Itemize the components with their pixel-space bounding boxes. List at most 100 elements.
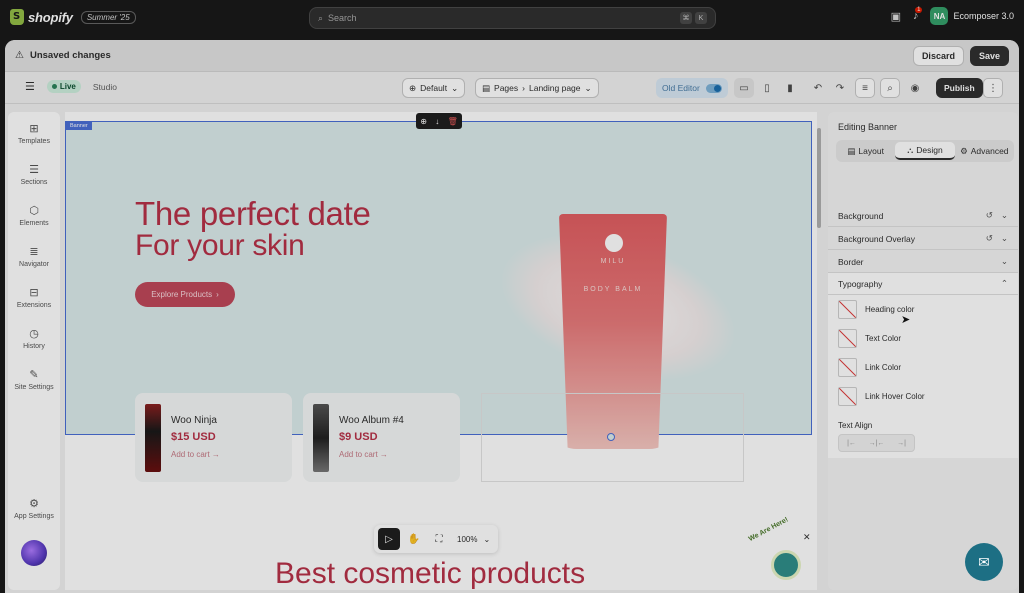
color-swatch[interactable]	[838, 358, 857, 377]
studio-label[interactable]: Studio	[93, 82, 117, 92]
warning-icon: ⚠	[15, 50, 24, 61]
banner-section[interactable]: Banner MILU BODY BALM The perfect date F…	[65, 121, 812, 449]
redo-icon[interactable]: ↷	[830, 78, 850, 98]
section-title[interactable]: Best cosmetic products	[275, 557, 585, 590]
store-avatar: NA	[930, 7, 949, 25]
sidebar-label: Templates	[18, 138, 50, 145]
desktop-view-icon[interactable]: ▭	[734, 78, 754, 98]
tab-advanced[interactable]: ⚙ Advanced	[955, 142, 1014, 160]
old-editor-label: Old Editor	[662, 83, 700, 93]
menu-icon[interactable]: ☰	[25, 80, 35, 93]
search-shortcut: ⌘ K	[680, 12, 707, 24]
tablet-view-icon[interactable]: ▯	[757, 78, 777, 98]
reset-icon[interactable]: ↺	[986, 233, 993, 244]
we-are-here-widget[interactable]: We Are Here! ✕	[748, 516, 811, 584]
undo-icon[interactable]: ↶	[808, 78, 828, 98]
sidebar-item-navigator[interactable]: ≣ Navigator	[8, 245, 60, 268]
delete-icon[interactable]: 🗑	[448, 117, 458, 126]
add-to-cart-link[interactable]: Add to cart →	[339, 450, 388, 459]
editor-toolbar: ☰ Live Studio ⊕ Default ⌄ ▤ Pages › Land…	[5, 72, 1019, 104]
select-pointer-icon[interactable]: ▷	[378, 528, 400, 550]
unsaved-changes-bar: ⚠ Unsaved changes Discard Save	[5, 40, 1019, 72]
shopify-top-bar: shopify Summer '25 ⌕ Search ⌘ K ▣ ♪1 NA …	[0, 0, 1024, 36]
typography-header[interactable]: Typography ⌃	[828, 273, 1018, 295]
link-hover-color-picker[interactable]: Link Hover Color	[838, 387, 925, 406]
toggle-switch[interactable]	[705, 83, 722, 93]
landing-page-label: Landing page	[528, 83, 581, 93]
inspect-icon[interactable]: ⌕	[880, 78, 900, 98]
hand-pan-icon[interactable]: ✋	[403, 528, 425, 550]
product-card[interactable]: Woo Ninja $15 USD Add to cart →	[135, 393, 292, 482]
default-dropdown[interactable]: ⊕ Default ⌄	[402, 78, 466, 98]
edition-badge[interactable]: Summer '25	[80, 10, 136, 24]
store-icon[interactable]: ▣	[891, 10, 901, 23]
align-left-icon[interactable]: |←	[839, 435, 864, 451]
shopify-logo-text: shopify	[28, 9, 73, 25]
tab-label: Layout	[858, 146, 884, 156]
color-swatch[interactable]	[838, 329, 857, 348]
fit-screen-icon[interactable]: ⛶	[428, 528, 450, 550]
bell-icon[interactable]: ♪ 1	[913, 7, 923, 22]
add-to-cart-link[interactable]: Add to cart →	[171, 450, 220, 459]
align-right-icon[interactable]: →|	[889, 435, 914, 451]
typography-section: Typography ⌃ Heading color Text Color Lin…	[828, 273, 1018, 458]
text-color-picker[interactable]: Text Color	[838, 329, 901, 348]
old-editor-toggle[interactable]: Old Editor	[656, 78, 728, 98]
section-label: Background Overlay	[838, 233, 916, 244]
color-label: Link Hover Color	[865, 392, 925, 401]
banner-tag[interactable]: Banner	[66, 122, 92, 130]
editor-canvas[interactable]: Banner MILU BODY BALM The perfect date F…	[65, 112, 817, 590]
banner-heading[interactable]: The perfect date	[135, 195, 371, 233]
publish-button[interactable]: Publish	[936, 78, 983, 98]
mobile-view-icon[interactable]: ▮	[780, 78, 800, 98]
avatar[interactable]	[21, 540, 47, 566]
section-toolbar: ⊕ ↓ 🗑	[416, 113, 462, 129]
sidebar-item-templates[interactable]: ⊞ Templates	[8, 122, 60, 145]
gear-icon: ⚙	[960, 145, 968, 156]
empty-column[interactable]	[481, 393, 744, 482]
close-icon[interactable]: ✕	[803, 532, 811, 543]
search-input[interactable]: ⌕ Search ⌘ K	[309, 7, 716, 29]
product-card[interactable]: Woo Album #4 $9 USD Add to cart →	[303, 393, 460, 482]
align-center-icon[interactable]: →|←	[864, 435, 889, 451]
color-swatch[interactable]	[838, 387, 857, 406]
page-selector[interactable]: ▤ Pages › Landing page ⌄	[475, 78, 599, 98]
background-overlay-section[interactable]: Background Overlay ↺ ⌄	[828, 228, 1018, 250]
background-section[interactable]: Background ↺ ⌄	[828, 205, 1018, 227]
zoom-dropdown[interactable]: 100% ⌄	[453, 535, 494, 544]
sidebar-item-app-settings[interactable]: ⚙ App Settings	[8, 497, 60, 520]
chevron-down-icon: ⌄	[451, 82, 459, 93]
add-icon[interactable]: ⊕	[420, 117, 427, 126]
product-image	[313, 404, 329, 472]
sidebar-item-site-settings[interactable]: ✎ Site Settings	[8, 368, 60, 391]
navigator-list-icon: ≣	[29, 246, 39, 258]
move-down-icon[interactable]: ↓	[435, 117, 439, 126]
color-swatch[interactable]	[838, 300, 857, 319]
tube-product-name: BODY BALM	[583, 286, 643, 293]
settings-sliders-icon[interactable]: ≡	[855, 78, 875, 98]
preview-eye-icon[interactable]: ◉	[905, 78, 925, 98]
explore-products-button[interactable]: Explore Products ›	[135, 282, 235, 307]
tab-label: Advanced	[970, 146, 1009, 156]
banner-subheading[interactable]: For your skin	[135, 229, 305, 263]
discard-button[interactable]: Discard	[912, 45, 964, 66]
tab-design[interactable]: ⛬ Design	[895, 142, 955, 160]
save-button[interactable]: Save	[969, 45, 1009, 66]
more-options-icon[interactable]: ⋮	[983, 78, 1003, 98]
shopify-logo[interactable]: shopify Summer '25	[10, 9, 136, 25]
search-placeholder: Search	[328, 13, 357, 23]
default-label: Default	[420, 83, 448, 93]
store-switcher[interactable]: NA Ecomposer 3.0	[930, 7, 1014, 25]
layout-icon: ▤	[847, 145, 856, 156]
tab-label: Design	[916, 145, 943, 155]
link-color-picker[interactable]: Link Color	[838, 358, 901, 377]
sidebar-item-history[interactable]: ◷ History	[8, 327, 60, 350]
reset-icon[interactable]: ↺	[986, 210, 993, 221]
canvas-scrollbar[interactable]	[817, 128, 821, 228]
sidebar-item-elements[interactable]: ⬡ Elements	[8, 204, 60, 227]
sidebar-item-extensions[interactable]: ⊟ Extensions	[8, 286, 60, 309]
tab-layout[interactable]: ▤ Layout	[836, 142, 895, 160]
chat-bubble-icon[interactable]: ✉	[965, 543, 1003, 581]
sidebar-item-sections[interactable]: ☰ Sections	[8, 163, 60, 186]
border-section[interactable]: Border ⌄	[828, 251, 1018, 273]
